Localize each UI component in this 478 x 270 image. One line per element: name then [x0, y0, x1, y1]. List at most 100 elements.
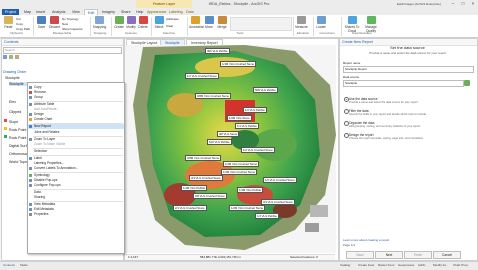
bottom-tab-attributes[interactable]: Attrib..: [418, 263, 427, 267]
create-features-icon: [114, 16, 124, 24]
minimize-icon[interactable]: –: [449, 1, 457, 7]
menu-item-sharing[interactable]: Sharing: [28, 195, 124, 200]
layer-item-stockpile[interactable]: Stockpile: [9, 82, 29, 86]
locate-icon: [316, 16, 326, 24]
tools-gallery[interactable]: [230, 17, 292, 31]
group-corrections: Corrections: [319, 31, 335, 35]
map-canvas[interactable]: 406 VLG Pebble 1/4M VLG Crushed Stone 1/…: [125, 45, 336, 253]
scale-dropdown[interactable]: 1:4,167: [128, 255, 138, 259]
create-button[interactable]: Create: [113, 16, 125, 30]
map-label: 1/2 VLG Crushed Stone: [241, 147, 275, 153]
attributes-button[interactable]: Attributes: [166, 17, 179, 21]
clear-button[interactable]: Clear: [166, 24, 173, 28]
map-label: 3/8M VLG Crushed Stone: [195, 93, 232, 99]
legend-swatch: [4, 135, 7, 138]
drawing-order-heading: Drawing Order: [3, 70, 27, 74]
remove-icon: [29, 91, 32, 94]
cut-button[interactable]: Cut: [16, 17, 21, 21]
option-label: Filter the data: [349, 108, 369, 113]
next-button[interactable]: Next: [375, 251, 403, 259]
list-by-drawing-order-icon[interactable]: [3, 55, 7, 59]
cancel-button[interactable]: Cancel: [433, 251, 461, 259]
option-desc: Provide a name and select the data sourc…: [349, 101, 419, 104]
delete-button[interactable]: Delete: [137, 16, 149, 30]
menu-item-joins-relates[interactable]: Joins and Relates: [28, 130, 124, 135]
report-name-input[interactable]: Stockpile Report: [343, 66, 474, 73]
coordinate-readout: 584,881.77E 4,093,151.73N m: [200, 254, 241, 259]
bottom-tab-chart-properties[interactable]: Chart Prop..: [453, 263, 469, 267]
menu-item-create-chart[interactable]: Create Chart: [28, 117, 124, 122]
contents-title: Contents: [2, 39, 123, 46]
report-icon: [29, 125, 32, 128]
annotation-button[interactable]: Annotation: [189, 16, 204, 30]
bottom-tab-raster-functions[interactable]: Raster Func.: [378, 263, 395, 267]
menu-item-properties[interactable]: Properties: [28, 212, 124, 217]
map-label: 1/2M VLG Crushed Stone: [229, 205, 266, 211]
menu-item-zoom-visible[interactable]: Zoom To Make Visible: [28, 142, 124, 147]
layer-item-elev[interactable]: Elev: [9, 100, 16, 104]
shared-to-cloud-button[interactable]: Shared To Cloud: [343, 16, 361, 33]
option-desc: Specify the fields in your report and de…: [349, 113, 427, 116]
map-imagery: [125, 45, 336, 253]
bottom-tab-create-features[interactable]: Create Feat.: [358, 263, 375, 267]
map-label: 610 VLG Pebble: [207, 139, 232, 145]
maximize-icon[interactable]: □: [459, 1, 467, 7]
contents-search-input[interactable]: Search: [3, 47, 122, 54]
menu-item-selection[interactable]: Selection: [28, 149, 124, 154]
bottom-tab-modify-features[interactable]: Modify Fe..: [433, 263, 448, 267]
finish-button[interactable]: Finish: [404, 251, 432, 259]
properties-icon: [29, 213, 32, 216]
save-button[interactable]: Save: [35, 16, 48, 30]
legend-swatch: [4, 119, 7, 122]
menu-item-new-report[interactable]: New Report: [28, 124, 124, 129]
data-source-dropdown[interactable]: Stockpile: [343, 80, 464, 87]
group-manage-edits: Manage Edits: [52, 31, 72, 35]
copy-button[interactable]: Copy: [16, 22, 23, 26]
manage-quality-button[interactable]: Manage Quality: [362, 16, 380, 33]
layer-item-map[interactable]: Stockpile: [5, 76, 20, 80]
modify-features-icon: [126, 16, 136, 24]
list-by-source-icon[interactable]: [9, 55, 13, 59]
back-button[interactable]: Back: [346, 251, 374, 259]
layer-item-rock-point[interactable]: Rock Point: [9, 128, 26, 132]
list-by-selection-icon[interactable]: [15, 55, 19, 59]
step-description: Provide a name and select the data sourc…: [369, 51, 447, 55]
paste-button[interactable]: Paste: [2, 16, 15, 30]
discard-icon: [50, 16, 59, 24]
user-account[interactable]: Earthimages (ArcGIS Enterprise): [397, 2, 441, 6]
bottom-tab-tasks[interactable]: Tasks: [20, 263, 28, 267]
measure-button[interactable]: Measure: [295, 16, 308, 30]
layer-item-clipped[interactable]: Clipped: [9, 110, 21, 114]
configure-popup-icon: [29, 184, 32, 187]
menu-item-configure-popups[interactable]: Configure Pop-ups: [28, 183, 124, 188]
map-label: 1/4M VLG Crushed Stone: [223, 161, 260, 167]
learn-more-link[interactable]: Learn more about creating a report: [343, 238, 389, 242]
map-label: 1/4M VLG Pebble: [237, 187, 264, 193]
layer-item-world-topo[interactable]: World Topo: [9, 160, 27, 164]
option-label: Organize the data: [349, 120, 375, 125]
layer-item-rock-point-2[interactable]: Rock Point: [9, 136, 26, 140]
menu-item-convert-labels[interactable]: Convert Labels To Annotation...: [28, 166, 124, 171]
annotation-icon: [191, 16, 200, 24]
menu-item-group[interactable]: Group: [28, 95, 124, 100]
bottom-tab-catalog[interactable]: Catalog: [340, 263, 350, 267]
option-label: Use the data source: [349, 96, 378, 101]
discard-button[interactable]: Discard: [48, 16, 61, 30]
add-data-icon[interactable]: [464, 80, 470, 86]
group-elevation: Elevation: [296, 31, 310, 35]
status-button[interactable]: New: [62, 22, 68, 26]
locate-button[interactable]: Locate: [315, 16, 327, 30]
merge-button[interactable]: Merge: [216, 16, 228, 30]
select-button[interactable]: Select: [153, 16, 165, 30]
no-topology-dropdown[interactable]: No Topology: [62, 17, 79, 21]
close-icon[interactable]: ×: [469, 1, 477, 7]
option-desc: Add grouping, sorting, and summary stati…: [349, 125, 421, 128]
bottom-tab-contents[interactable]: Contents: [3, 263, 15, 267]
layer-item-slope[interactable]: Slope: [9, 120, 18, 124]
popup-icon: [29, 179, 32, 182]
snapping-button[interactable]: Snapping: [92, 16, 107, 30]
bottom-tab-geoprocessing[interactable]: Geoprocess.: [398, 263, 415, 267]
quality-icon: [366, 16, 376, 24]
modify-button[interactable]: Modify: [125, 16, 137, 30]
move-button[interactable]: Move: [203, 16, 215, 30]
